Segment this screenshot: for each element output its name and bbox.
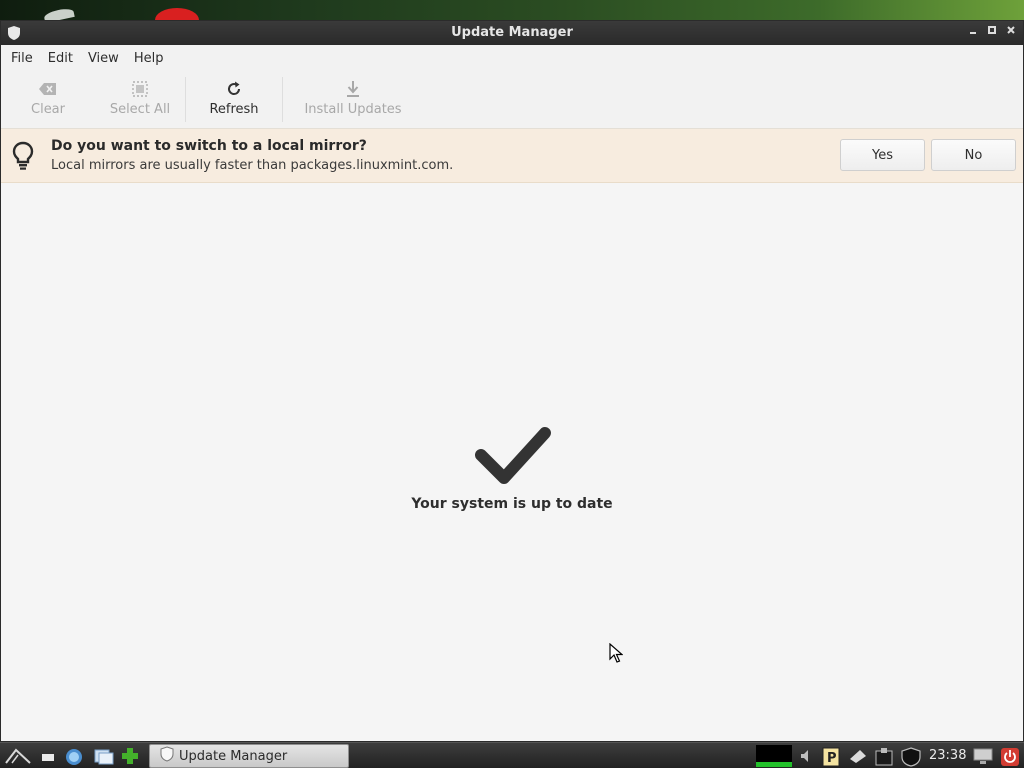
yes-button[interactable]: Yes [840,139,925,171]
install-updates-button[interactable]: Install Updates [283,71,423,128]
show-desktop-icon[interactable] [40,747,58,765]
close-button[interactable] [1004,24,1017,40]
select-all-icon [131,79,149,99]
menu-help[interactable]: Help [128,51,170,66]
update-manager-window: Update Manager File Edit View Help Clear [0,20,1024,742]
network-icon[interactable] [848,747,866,765]
taskbar-task-update-manager[interactable]: Update Manager [149,744,349,768]
window-titlebar[interactable]: Update Manager [1,21,1023,45]
infobar-title: Do you want to switch to a local mirror? [51,138,367,154]
refresh-icon [225,79,243,99]
main-content: Your system is up to date [1,183,1023,741]
power-icon[interactable] [1000,747,1019,766]
parcellite-icon[interactable]: P [822,747,840,767]
taskbar: Update Manager P 23:38 [0,742,1024,768]
clear-button[interactable]: Clear [1,71,95,128]
svg-text:P: P [827,751,837,766]
shield-icon [160,746,174,766]
no-button[interactable]: No [931,139,1016,171]
clock[interactable]: 23:38 [929,748,966,763]
window-title: Update Manager [451,25,573,40]
minimize-button[interactable] [966,24,979,40]
desktop-background [0,0,1024,32]
select-all-label: Select All [109,102,171,117]
clear-label: Clear [31,102,65,117]
maximize-button[interactable] [985,24,998,40]
clear-icon [38,79,58,99]
system-monitor-bar [756,762,792,767]
menu-file[interactable]: File [5,51,39,66]
download-icon [345,79,361,99]
taskbar-task-label: Update Manager [179,748,288,764]
menu-view[interactable]: View [82,51,125,66]
menu-launcher-icon[interactable] [4,747,31,765]
add-software-icon[interactable] [121,747,139,765]
system-monitor-graph[interactable] [756,745,792,767]
status-message: Your system is up to date [411,496,613,512]
infobar-message: Local mirrors are usually faster than pa… [51,158,454,173]
lightbulb-icon [11,141,35,175]
update-shield-icon[interactable] [900,747,921,767]
mouse-cursor-icon [609,642,624,667]
web-browser-icon[interactable] [64,747,82,765]
menu-edit[interactable]: Edit [42,51,79,66]
mirror-infobar: Do you want to switch to a local mirror?… [1,129,1023,183]
select-all-button[interactable]: Select All [95,71,185,128]
display-icon[interactable] [973,747,993,765]
install-updates-label: Install Updates [304,102,402,117]
menubar: File Edit View Help [1,45,1023,71]
file-manager-icon[interactable] [94,747,114,765]
refresh-label: Refresh [209,102,259,117]
refresh-button[interactable]: Refresh [186,71,282,128]
toolbar: Clear Select All Refresh Install Updates [1,71,1023,129]
volume-icon[interactable] [798,747,816,765]
checkmark-icon [471,423,555,493]
clipboard-icon[interactable] [874,747,893,766]
